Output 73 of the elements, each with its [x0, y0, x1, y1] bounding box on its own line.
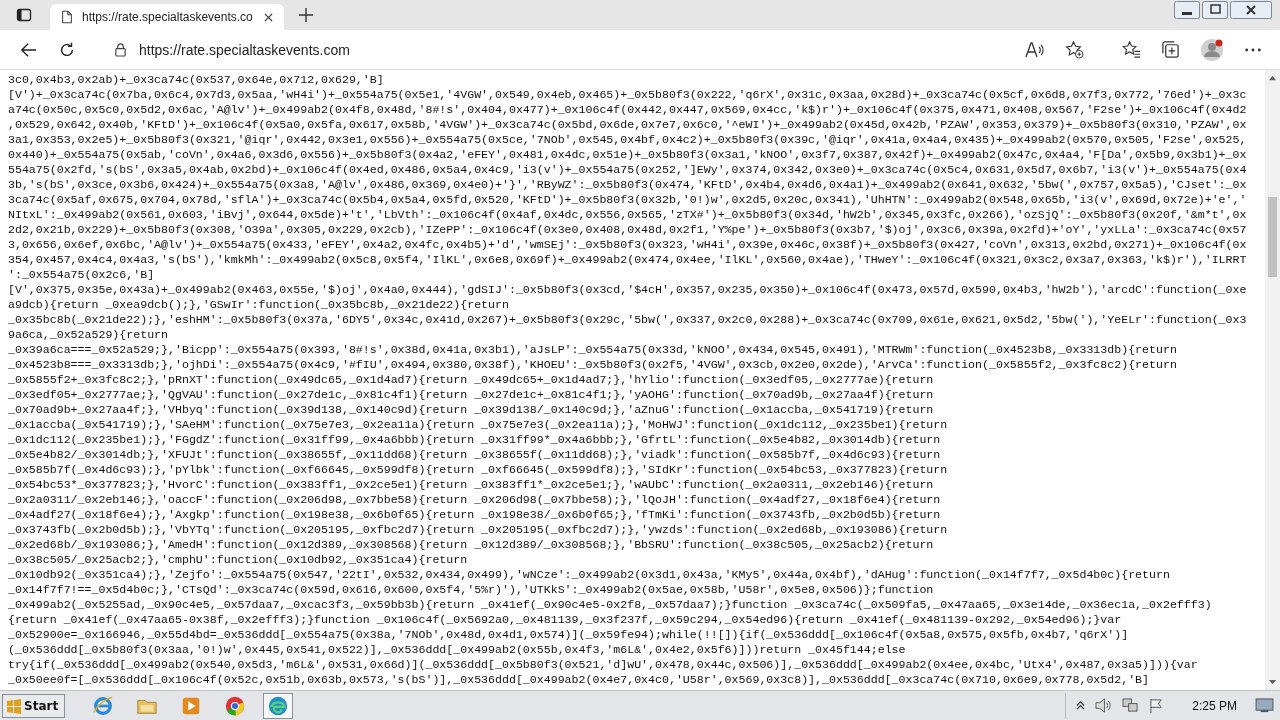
code-line: _0x50ee0f=[_0x536ddd[_0x106c4f(0x52c,0x51b,0x63b,0x573,'s(bS')],_0x536ddd[_0x499ab2(0x4e7,0x4c0,'U58r',0x569,0x3c8)],_0x536ddd[_0x3ca74c(0x710,0x6e9,0x778,0x5d2,'B]	[8, 672, 1150, 687]
code-line: _0x5855f2+_0x3fc8c2;},'pRnXT':function(_0x49dc65,_0x1d4ad7){return _0x49dc65+_0x1d4ad7;},'hYlio':function(_0x3edf05,_0x2777ae){return	[8, 372, 935, 387]
profile-avatar[interactable]	[1200, 37, 1224, 62]
add-favorite-icon[interactable]	[1065, 40, 1084, 59]
code-line: 3b,'s(bS',0x3ce,0x3b6,0x424)+_0x554a75(0x3a8,'A@lv',0x486,0x369,0x4e0)+'}','RByWZ':_0x5b80f3(0x474,'KFtD',0x4b4,0x4d6,0x4a1)+_0x499ab2(0x641,0x632,'5bw(',0x757,0x5a5),'CJset':_0x	[8, 177, 1248, 192]
code-line: _0x1dc112(_0x235be1);},'FGgdZ':function(_0x31ff99,_0x4a6bbb){return _0x31ff99*_0x4a6bbb;},'GfrtL':function(_0x5e4b82,_0x3014db){return	[8, 432, 942, 447]
code-line: 554a75(0x2fd,'s(bS',0x3a5,0x4ab,0x2bd)+_0x106c4f(0x4ed,0x486,0x5a4,0x4c9,'i3(v')+_0x554a75(0x252,']EWy',0x374,0x342,0x3e0)+_0x3ca74c(0x5c4,0x631,0x5d7,0x6b7,'i3(v')+_0x554a75(0x4	[8, 162, 1248, 177]
code-line: NItxL':_0x499ab2(0x561,0x603,'iBvj',0x644,0x5de)+'t','LbVth':_0x106c4f(0x4af,0x4dc,0x556,0x565,'zTX#')+_0x5b80f3(0x34d,'hW2b',0x345,0x3fc,0x266),'ozSjQ':_0x5b80f3(0x20f,'&m*t',0x	[8, 207, 1248, 222]
address-bar[interactable]: https://rate.specialtaskevents.com	[102, 34, 1096, 65]
code-line: 2d2,0x21b,0x229)+_0x5b80f3(0x308,'O39a',0x305,0x229,0x2cb),'IZePP':_0x106c4f(0x3e0,0x408,0x48d,0x2f1,'Y%pe')+_0x5b80f3(0x3b7,'$)oj',0x3c6,0x39a,0x2fd)+'oY','yxLLa':_0x3ca74c(0x57	[8, 222, 1248, 237]
scroll-down-icon[interactable]	[1268, 679, 1277, 686]
tab-title: https://rate.specialtaskevents.co	[82, 10, 254, 24]
code-line: _0x35bc8b(_0x21de22);},'eshHM':_0x5b80f3(0x37a,'6DY5',0x34c,0x41d,0x267)+_0x5b80f3(0x29c,'5bw(',0x337,0x2c0,0x288)+_0x3ca74c(0x709,0x61e,0x621,0x5d2,'5bw('),'YeELr':function(_0x3	[8, 312, 1248, 327]
code-line: 0x440)+_0x554a75(0x5ab,'coVn',0x4a6,0x3d6,0x556)+_0x5b80f3(0x4a2,'eFEY',0x481,0x4dc,0x51e)+_0x5b80f3(0x3a1,'kNOO',0x3f7,0x387,0x42f)+_0x499ab2(0x47c,0x4a4,'F[Da',0x5b9,0x3b1)+_0x	[8, 147, 1248, 162]
windows-logo-icon	[6, 697, 22, 714]
code-line: _0x2a0311/_0x2eb146;},'oaccF':function(_0x206d98,_0x7bbe58){return _0x206d98(_0x7bbe58);},'lQoJH':function(_0x4adf27,_0x18f6e4){return	[8, 492, 942, 507]
edge-taskbar-button[interactable]	[263, 692, 294, 719]
code-line: 9a6ca,_0x52a529){return	[8, 327, 170, 342]
chrome-icon[interactable]	[224, 694, 247, 717]
code-line: _0x70ad9b+_0x27aa4f;},'VHbyq':function(_0x39d138,_0x140c9d){return _0x39d138/_0x140c9d;},'aZnuG':function(_0x1accba,_0x541719){return	[8, 402, 935, 417]
code-line: _0x2ed68b/_0x193086;},'AmedH':function(_0x12d389,_0x308568){return _0x12d389/_0x308568;},'BbSRU':function(_0x38c505,_0x25acb2){return	[8, 537, 935, 552]
code-line: _0x38c505/_0x25acb2;},'cmphU':function(_0x10db92,_0x351ca4){return	[8, 552, 469, 567]
code-line: 3c0,0x4b3,0x2ab)+_0x3ca74c(0x537,0x64e,0x712,0x629,'B]	[8, 72, 385, 87]
close-icon[interactable]	[263, 11, 274, 23]
flag-icon[interactable]	[1149, 698, 1165, 713]
maximize-icon[interactable]	[1202, 1, 1228, 19]
new-tab-icon[interactable]	[298, 7, 314, 23]
code-line: try{if(_0x536ddd[_0x499ab2(0x540,0x5d3,'m6L&',0x531,0x66d)](_0x536ddd[_0x5b80f3(0x521,'d]wU',0x478,0x44c,0x506)],_0x536ddd[_0x499ab2(0x4ee,0x4bc,'Utx4',0x487,0x3a5)])){var	[8, 657, 1199, 672]
scrollbar-thumb[interactable]	[1268, 197, 1277, 277]
read-aloud-icon[interactable]	[1025, 40, 1045, 59]
start-button[interactable]: Start	[2, 693, 66, 718]
code-line: _0x499ab2(_0x5255ad,_0x90c4e5,_0x57daa7,_0xcac3f3,_0x59bb3b){return _0x41ef(_0x90c4e5-0x2f8,_0x57daa7);}function _0x3ca74c(_0x509fa5,_0x47aa65,_0x3e14de,_0x36ec1a,_0x2efff3)	[8, 597, 1213, 612]
browser-tab[interactable]: https://rate.specialtaskevents.co	[50, 4, 284, 30]
code-line: [V',0x375,0x35e,0x43a)+_0x499ab2(0x463,0x55e,'$)oj',0x4a0,0x444),'gdSIJ':_0x5b80f3(0x3cd,'$4cH',0x357,0x235,0x350)+_0x106c4f(0x473,0x57d,0x590,0x4b3,'hW2b'),'arcdC':function(_0xe	[8, 282, 1248, 297]
code-line: 3ca74c(0x5af,0x675,0x704,0x78d,'sflA')+_0x3ca74c(0x5b4,0x5a4,0x5fd,0x520,'KFtD')+_0x5b80f3(0x32b,'0!)w',0x2d5,0x20c,0x341),'UhHTN':_0x499ab2(0x548,0x65b,'i3(v',0x69d,0x72e)+'e','	[8, 192, 1248, 207]
close-window-icon[interactable]	[1230, 1, 1272, 19]
code-line: _0x3edf05+_0x2777ae;},'QgVAU':function(_0x27de1c,_0x81c4f1){return _0x27de1c+_0x81c4f1;},'yAOHG':function(_0x70ad9b,_0x27aa4f){return	[8, 387, 935, 402]
code-line: _0x54bc53*_0x377823;},'HvorC':function(_0x383ff1,_0x2ce5e1){return _0x383ff1*_0x2ce5e1;},'wAUbC':function(_0x2a0311,_0x2eb146){return	[8, 477, 935, 492]
code-line: ':_0x554a75(0x2c6,'B]	[8, 267, 156, 282]
clock[interactable]: 2:25 PM	[1192, 698, 1237, 713]
code-line: _0x3743fb(_0x2b0d5b);},'VbYTq':function(_0x205195,_0xfbc2d7){return _0x205195(_0xfbc2d7);},'ywzds':function(_0x2ed68b,_0x193086){return	[8, 522, 949, 537]
show-desktop-icon[interactable]	[1255, 698, 1274, 713]
code-line: 3,0x656,0x6ef,0x6bc,'A@lv')+_0x554a75(0x433,'eFEY',0x4a2,0x4fc,0x4b5)+'d','wmSEj':_0x5b80f3(0x323,'wH4i',0x39e,0x46c,0x38f)+_0x5b80f3(0x427,'coVn',0x313,0x2bd,0x271)+_0x106c4f(0x	[8, 237, 1248, 252]
scroll-up-icon[interactable]	[1268, 74, 1277, 81]
back-icon[interactable]	[20, 40, 38, 59]
code-line: _0x39a6ca===_0x52a529;},'Bicpp':_0x554a75(0x393,'8#!s',0x38d,0x41a,0x3b1),'aJsLP':_0x554a75(0x33d,'kNOO',0x434,0x545,0x491),'MTRWm':function(_0x4523b8,_0x3313db){return	[8, 342, 1178, 357]
code-line: a9dcb){return _0xea9dcb();},'GSwIr':function(_0x35bc8b,_0x21de22){return	[8, 297, 510, 312]
minimize-icon[interactable]	[1174, 1, 1200, 19]
lock-icon	[114, 42, 127, 57]
code-line: _0x52900e=_0x166946,_0x55d4bd=_0x536ddd[_0x554a75(0x38a,'7NOb',0x48d,0x4d1,0x574)](_0x59fe94);while(!![]){if(_0x536ddd[_0x106c4f(0x5a8,0x575,0x5fb,0x4b7,'q6rX')]	[8, 627, 1130, 642]
code-line: _0x585b7f(_0x4d6c93);},'pYlbk':function(_0xf66645,_0x599df8){return _0xf66645(_0x599df8);},'SIdKr':function(_0x54bc53,_0x377823){return	[8, 462, 949, 477]
code-line: (_0x536ddd[_0x5b80f3(0x3aa,'0!)w',0x445,0x541,0x522)],_0x536ddd[_0x499ab2(0x55b,0x4f3,'m6L&',0x4e2,0x5f6)]))return _0x45f144;else	[8, 642, 907, 657]
collections-icon[interactable]	[1161, 40, 1180, 59]
network-icon[interactable]	[1122, 698, 1140, 713]
code-line: ,0x529,0x642,0x40b,'KFtD')+_0x106c4f(0x5a0,0x5fa,0x617,0x58b,'4VGW')+_0x3ca74c(0x5bd,0x6de,0x7e7,0x6c0,'^eWI')+_0x499ab2(0x45d,0x42b,'PZAW',0x353,0x379)+_0x5b80f3(0x310,'PZAW',0x	[8, 117, 1248, 132]
code-line: _0x4adf27(_0x18f6e4);},'Axgkp':function(_0x198e38,_0x6b0f65){return _0x198e38/_0x6b0f65;},'fTmKi':function(_0x3743fb,_0x2b0d5b){return	[8, 507, 942, 522]
code-line: a74c(0x50c,0x5c0,0x5d2,0x6ac,'A@lv')+_0x499ab2(0x4f8,0x48d,'8#!s',0x404,0x477)+_0x106c4f(0x442,0x447,0x569,0x4cc,'k$)r')+_0x106c4f(0x375,0x471,0x408,0x567,'F2se')+_0x106c4f(0x4d2	[8, 102, 1248, 117]
code-line: _0x5e4b82/_0x3014db;},'XFUJt':function(_0x38655f,_0x11dd68){return _0x38655f(_0x11dd68);},'viadk':function(_0x585b7f,_0x4d6c93){return	[8, 447, 942, 462]
page-icon	[60, 9, 74, 25]
code-line: _0x4523b8===_0x3313db;},'ojhDi':_0x554a75(0x4c9,'#fIU',0x494,0x380,0x38f),'KHOEU':_0x5b80f3(0x2f5,'4VGW',0x3cb,0x2e0,0x2de),'ArvCa':function(_0x5855f2,_0x3fc8c2){return	[8, 357, 1178, 372]
favorites-icon[interactable]	[1122, 40, 1141, 59]
code-line: {return _0x41ef(_0x47aa65-0x38f,_0x2efff3);}function _0x106c4f(_0x5692a0,_0x481139,_0x3f237f,_0x59c294,_0x54ed96){return _0x41ef(_0x481139-0x292,_0x54ed96);}var	[8, 612, 1123, 627]
code-line: 3a1,0x353,0x2e5)+_0x5b80f3(0x321,'@iqr',0x442,0x3e1,0x556)+_0x554a75(0x5ce,'7NOb',0x545,0x4bf,0x4c2)+_0x5b80f3(0x39c,'@iqr',0x41a,0x4a4,0x435)+_0x499ab2(0x570,0x505,'F2se',0x525,	[8, 132, 1248, 147]
code-line: _0x10db92(_0x351ca4);},'Zejfo':_0x554a75(0x547,'22tI',0x532,0x434,0x499),'wNCze':_0x499ab2(0x3d1,0x43a,'KMy5',0x44a,0x4bf),'dAHug':function(_0x14f7f7,_0x5d4b0c){return	[8, 567, 1171, 582]
code-line: 354,0x457,0x4c4,0x4a3,'s(bS'),'kmkMh':_0x499ab2(0x5c8,0x5f4,'IlKL',0x6e8,0x69f)+_0x499ab2(0x474,0x4ee,'IlKL',0x560,0x4ae),'THweY':_0x106c4f(0x321,0x3c2,0x3a7,0x363,'k$)r'),'ILRRT	[8, 252, 1248, 267]
code-line: [V')+_0x3ca74c(0x7ba,0x6c4,0x7d3,0x5aa,'wH4i')+_0x554a75(0x5e1,'4VGW',0x549,0x4eb,0x465)+_0x5b80f3(0x222,'q6rX',0x31c,0x3aa,0x28d)+_0x3ca74c(0x5cf,0x6d8,0x7f3,0x772,'76ed')+_0x3c	[8, 87, 1248, 102]
speaker-icon[interactable]	[1095, 698, 1113, 713]
show-hidden-icon[interactable]	[1076, 701, 1086, 710]
tab-actions-icon[interactable]	[16, 7, 32, 23]
code-line: _0x1accba(_0x541719);},'SAeHM':function(_0x75e7e3,_0x2ea11a){return _0x75e7e3(_0x2ea11a);},'MoHWJ':function(_0x1dc112,_0x235be1){return	[8, 417, 949, 432]
code-line: _0x14f7f7!==_0x5d4b0c;},'CTsQd':_0x3ca74c(0x59d,0x616,0x600,0x5f4,'5%r)'),'UTKkS':_0x499ab2(0x5ae,0x58b,'U58r',0x5e8,0x506)};function	[8, 582, 935, 597]
internet-explorer-icon[interactable]	[92, 694, 115, 717]
refresh-icon[interactable]	[58, 40, 76, 59]
